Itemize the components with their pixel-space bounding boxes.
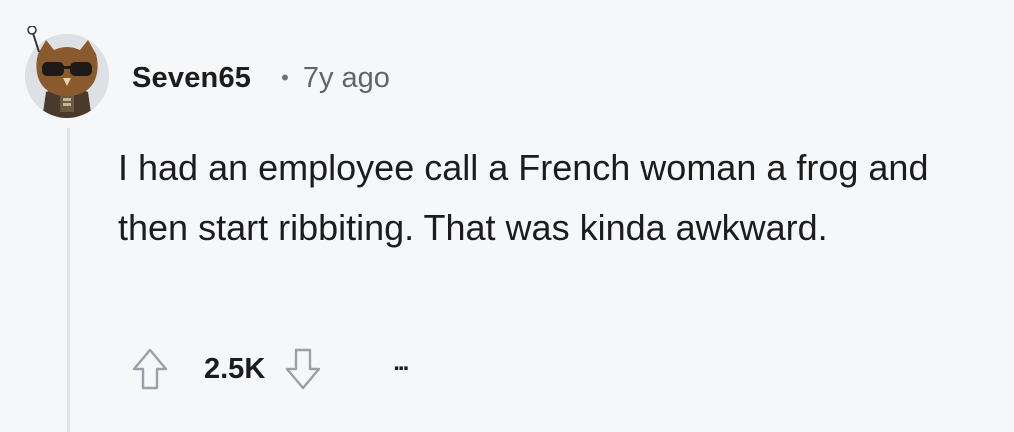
downvote-button[interactable] <box>285 347 321 391</box>
comment-card: Seven65 • 7y ago I had an employee call … <box>0 0 1014 432</box>
comment-timestamp[interactable]: 7y ago <box>303 62 390 95</box>
thread-line[interactable] <box>67 128 70 432</box>
upvote-arrow-icon <box>132 348 168 390</box>
comment-body: I had an employee call a French woman a … <box>118 147 929 248</box>
more-options-button[interactable]: ... <box>393 349 409 377</box>
username-link[interactable]: Seven65 <box>132 62 251 95</box>
user-avatar-icon[interactable] <box>24 25 110 120</box>
downvote-arrow-icon <box>286 348 321 390</box>
comment-meta: Seven65 • 7y ago <box>132 58 390 98</box>
upvote-button[interactable] <box>132 347 168 391</box>
vote-score: 2.5K <box>204 352 266 385</box>
meta-separator: • <box>281 65 289 90</box>
comment-actions: 2.5K ... <box>132 345 409 393</box>
